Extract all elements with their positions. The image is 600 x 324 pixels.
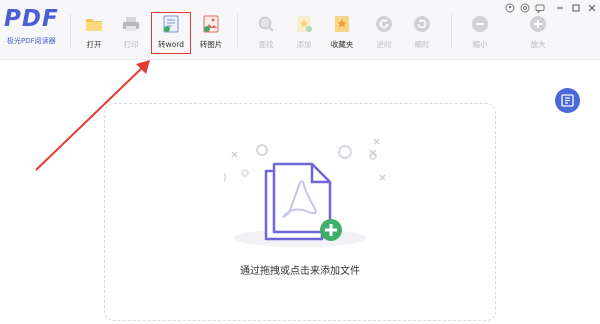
side-panel-icon	[561, 94, 574, 107]
add-file-illustration[interactable]	[200, 135, 400, 255]
side-panel-button[interactable]	[555, 88, 580, 113]
drop-hint-text: 通过拖拽或点击来添加文件	[240, 266, 360, 277]
pdf-file-icon	[272, 162, 332, 234]
pdf-reader-window: PDF 极光PDF阅读器 打开 打印 转word 转图片 查找 添加 收藏夹 逆…	[0, 0, 600, 324]
